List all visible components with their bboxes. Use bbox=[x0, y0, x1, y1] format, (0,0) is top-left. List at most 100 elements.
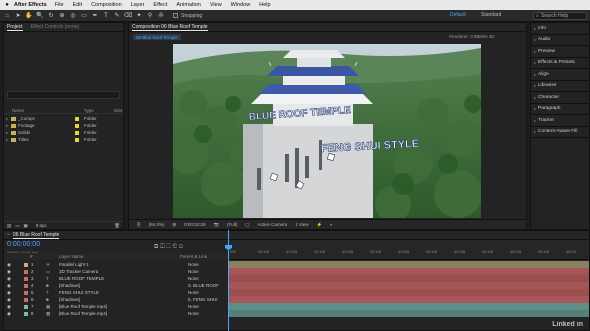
composition-viewer-frame[interactable]: BLUE ROOF TEMPLE FENG SHUI STYLE bbox=[173, 44, 481, 218]
layer-label-swatch[interactable] bbox=[24, 276, 28, 281]
app-name-menu[interactable]: After Effects bbox=[14, 2, 47, 8]
layer-label-swatch[interactable] bbox=[24, 304, 28, 309]
camera-dropdown[interactable]: Active Camera bbox=[258, 222, 288, 227]
home-icon[interactable]: ⌂ bbox=[3, 12, 11, 20]
eraser-tool-icon[interactable]: ⌫ bbox=[124, 12, 132, 20]
close-icon[interactable]: × bbox=[7, 232, 10, 238]
col-layer-name[interactable]: Layer Name bbox=[59, 254, 84, 259]
col-number[interactable]: # bbox=[30, 254, 33, 259]
layer-duration-bar[interactable] bbox=[228, 310, 589, 317]
menu-composition[interactable]: Composition bbox=[91, 2, 122, 8]
layer-row[interactable]: ◉ 2 ▭ 3D Tracker Camera None bbox=[4, 268, 228, 275]
workspace-default[interactable]: Default bbox=[450, 12, 466, 18]
layer-duration-bar[interactable] bbox=[228, 296, 589, 303]
layer-label-swatch[interactable] bbox=[24, 290, 28, 295]
hand-tool-icon[interactable]: ✋ bbox=[25, 12, 33, 20]
rectangle-tool-icon[interactable]: ▭ bbox=[80, 12, 88, 20]
layer-duration-bar[interactable] bbox=[228, 261, 589, 268]
panel-paragraph[interactable]: Paragraph bbox=[531, 104, 589, 115]
panel-align[interactable]: Align bbox=[531, 69, 589, 81]
zoom-dropdown[interactable]: (84.3%) bbox=[149, 222, 165, 227]
exposure-icon[interactable]: ◐ bbox=[330, 222, 333, 227]
new-folder-icon[interactable]: ▭ bbox=[15, 223, 19, 229]
project-search-input[interactable] bbox=[7, 91, 120, 99]
panel-audio[interactable]: Audio bbox=[531, 35, 589, 46]
menu-view[interactable]: View bbox=[210, 2, 222, 8]
col-parent[interactable]: Parent & Link bbox=[180, 254, 207, 259]
current-time[interactable]: 0:00:02:29 bbox=[184, 222, 205, 227]
fast-preview-icon[interactable]: ⚡ bbox=[317, 222, 323, 228]
panel-libraries[interactable]: Libraries bbox=[531, 81, 589, 92]
layer-label-swatch[interactable] bbox=[24, 297, 28, 302]
project-item[interactable]: ▸ Solids Folder bbox=[4, 129, 123, 136]
expand-arrow-icon[interactable]: ▸ bbox=[6, 137, 8, 143]
roto-brush-icon[interactable]: ✦ bbox=[135, 12, 143, 20]
col-type[interactable]: Type bbox=[84, 108, 94, 113]
new-comp-icon[interactable]: ▣ bbox=[24, 223, 28, 229]
puppet-tool-icon[interactable]: ✇ bbox=[157, 12, 165, 20]
menu-window[interactable]: Window bbox=[231, 2, 251, 8]
type-tool-icon[interactable]: T bbox=[102, 12, 110, 20]
puppet-pin-icon[interactable]: ⚲ bbox=[146, 12, 154, 20]
trash-icon[interactable]: 🗑 bbox=[114, 223, 120, 229]
layer-duration-bar[interactable] bbox=[228, 275, 589, 282]
snapping-checkbox[interactable] bbox=[173, 13, 178, 18]
parent-dropdown[interactable]: 3. BLUE ROOF bbox=[188, 283, 219, 288]
parent-dropdown[interactable]: None bbox=[188, 276, 199, 281]
timeline-timecode[interactable]: 0:00:00:00 bbox=[7, 241, 40, 248]
layer-row[interactable]: ◉ 6 ■ [Shadows] 5. FENG SHUI bbox=[4, 296, 228, 303]
panel-info[interactable]: Info bbox=[531, 23, 589, 35]
layer-duration-bar[interactable] bbox=[228, 303, 589, 310]
panel-tracker[interactable]: Tracker bbox=[531, 115, 589, 127]
menu-layer[interactable]: Layer bbox=[131, 2, 145, 8]
panel-effects-presets[interactable]: Effects & Presets bbox=[531, 58, 589, 69]
brush-tool-icon[interactable]: ✎ bbox=[113, 12, 121, 20]
project-item[interactable]: ▸ _Comps Folder bbox=[4, 115, 123, 122]
layer-label-swatch[interactable] bbox=[24, 311, 28, 316]
pen-tool-icon[interactable]: ✒ bbox=[91, 12, 99, 20]
pan-behind-icon[interactable]: ◎ bbox=[69, 12, 77, 20]
menu-edit[interactable]: Edit bbox=[73, 2, 82, 8]
col-name[interactable]: Name bbox=[12, 108, 24, 113]
parent-dropdown[interactable]: None bbox=[188, 262, 199, 267]
bit-depth-label[interactable]: 8 bpc bbox=[36, 223, 47, 228]
renderer-info[interactable]: Renderer: CINEMA 4D bbox=[449, 34, 495, 39]
snapping-toggle[interactable]: Snapping bbox=[173, 13, 202, 19]
label-color-swatch[interactable] bbox=[75, 117, 79, 121]
time-ruler[interactable]: 00f 00:15f 01:00f 01:15f 02:00f 02:15f 0… bbox=[228, 240, 589, 260]
parent-dropdown[interactable]: None bbox=[188, 311, 199, 316]
layer-duration-bar[interactable] bbox=[228, 289, 589, 296]
tab-effect-controls[interactable]: Effect Controls (none) bbox=[31, 24, 80, 30]
project-item[interactable]: ▸ Titles Folder bbox=[4, 136, 123, 143]
tab-project[interactable]: Project bbox=[7, 24, 23, 31]
layer-row[interactable]: ◉ 5 T FENG SHUI STYLE None bbox=[4, 289, 228, 296]
panel-character[interactable]: Character bbox=[531, 92, 589, 104]
grid-icon[interactable]: ⊞ bbox=[172, 222, 176, 228]
tab-composition[interactable]: Composition 06 Blue Roof Temple bbox=[132, 24, 208, 31]
orbit-camera-icon[interactable]: ⊕ bbox=[58, 12, 66, 20]
resolution-dropdown[interactable]: (Full) bbox=[227, 222, 237, 227]
always-preview-icon[interactable]: ⎘ bbox=[137, 222, 141, 227]
project-item[interactable]: ▸ Footage Folder bbox=[4, 122, 123, 129]
layer-label-swatch[interactable] bbox=[24, 262, 28, 267]
label-color-swatch[interactable] bbox=[75, 124, 79, 128]
comp-name-tag[interactable]: 06 Blue Roof Temple bbox=[133, 34, 181, 40]
layer-duration-bar[interactable] bbox=[228, 268, 589, 275]
views-dropdown[interactable]: 1 View bbox=[295, 222, 308, 227]
snapshot-icon[interactable]: 📷 bbox=[213, 222, 219, 228]
tab-timeline-comp[interactable]: 06 Blue Roof Temple bbox=[12, 232, 60, 239]
layer-row[interactable]: ◉ 1 ☀ Parallel Light 1 None bbox=[4, 261, 228, 268]
visibility-eye-icon[interactable]: ◉ bbox=[7, 311, 11, 317]
playhead-line[interactable] bbox=[228, 230, 229, 331]
region-icon[interactable]: ▢ bbox=[245, 222, 249, 228]
panel-content-aware-fill[interactable]: Content-Aware Fill bbox=[531, 127, 589, 138]
parent-dropdown[interactable]: None bbox=[188, 269, 199, 274]
menu-help[interactable]: Help bbox=[259, 2, 270, 8]
layer-row[interactable]: ◉ 7 ▦ [Blue Roof Temple.mp4] None bbox=[4, 303, 228, 310]
parent-dropdown[interactable]: 5. FENG SHUI bbox=[188, 297, 218, 302]
menu-animation[interactable]: Animation bbox=[176, 2, 200, 8]
layer-label-swatch[interactable] bbox=[24, 269, 28, 274]
panel-preview[interactable]: Preview bbox=[531, 46, 589, 58]
parent-dropdown[interactable]: None bbox=[188, 304, 199, 309]
layer-duration-bar[interactable] bbox=[228, 282, 589, 289]
